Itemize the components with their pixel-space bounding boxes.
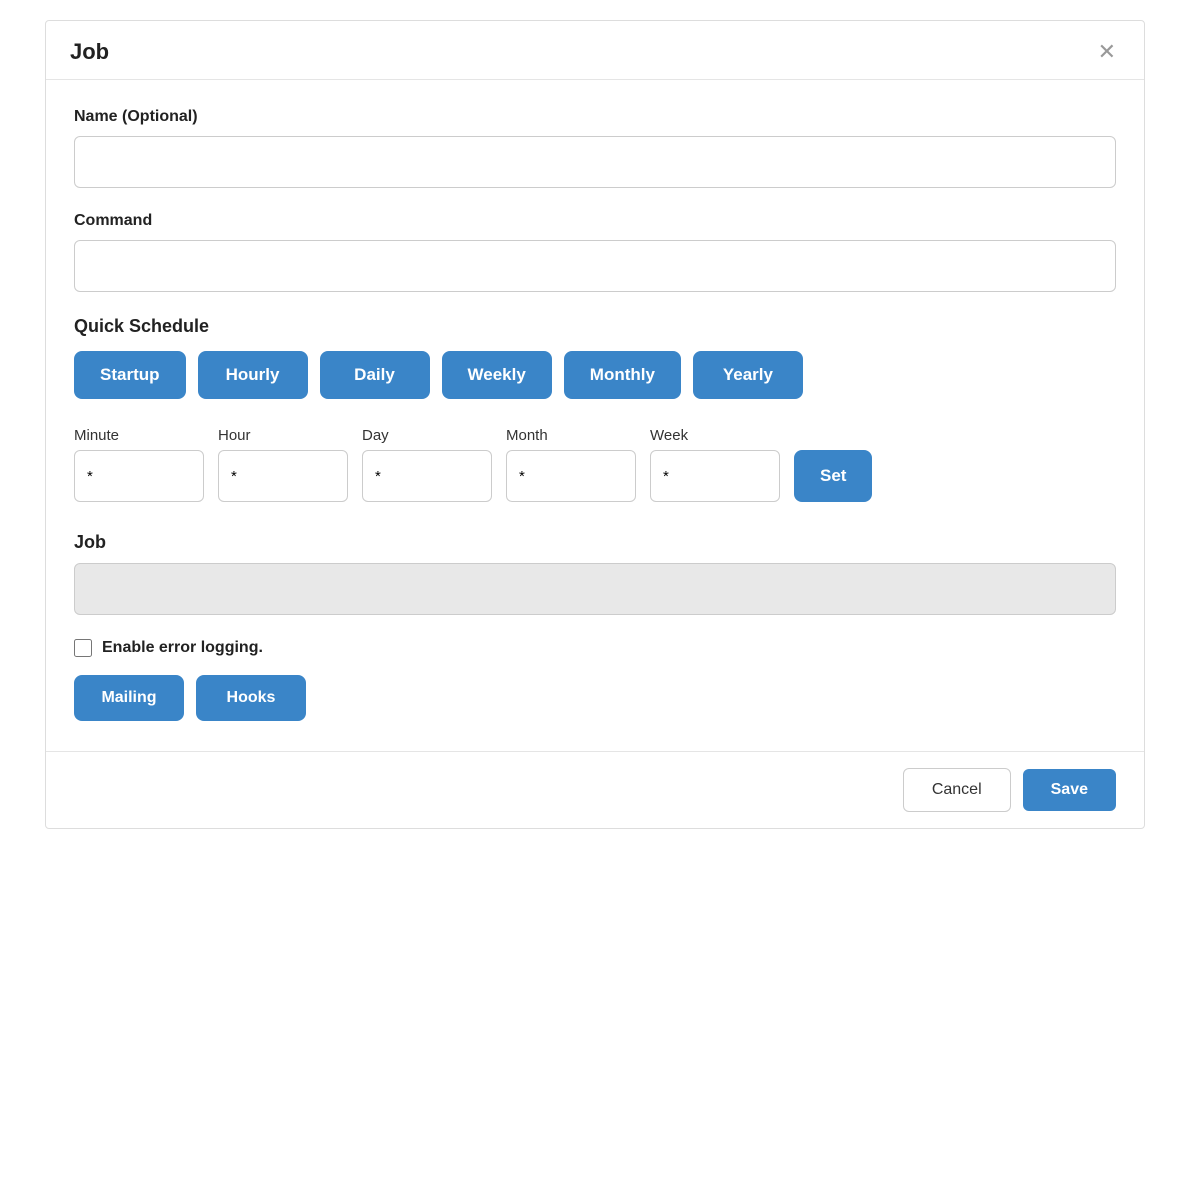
action-buttons-row: Mailing Hooks (74, 675, 1116, 721)
mailing-button[interactable]: Mailing (74, 675, 184, 721)
cron-set-button[interactable]: Set (794, 450, 872, 502)
dialog-header: Job ✕ (46, 21, 1144, 80)
cron-month-label: Month (506, 427, 636, 444)
cron-month-field: Month (506, 427, 636, 502)
schedule-monthly-button[interactable]: Monthly (564, 351, 681, 399)
cron-day-field: Day (362, 427, 492, 502)
quick-schedule-label: Quick Schedule (74, 316, 1116, 337)
dialog-footer: Cancel Save (46, 751, 1144, 828)
dialog-body: Name (Optional) Command Quick Schedule S… (46, 80, 1144, 751)
cron-week-label: Week (650, 427, 780, 444)
name-field-group: Name (Optional) (74, 108, 1116, 188)
command-input[interactable] (74, 240, 1116, 292)
save-button[interactable]: Save (1023, 769, 1116, 811)
cron-month-input[interactable] (506, 450, 636, 502)
cron-fields-row: Minute Hour Day Month Week Set (74, 427, 1116, 502)
schedule-hourly-button[interactable]: Hourly (198, 351, 308, 399)
error-logging-checkbox[interactable] (74, 639, 92, 657)
cancel-button[interactable]: Cancel (903, 768, 1011, 812)
cron-minute-input[interactable] (74, 450, 204, 502)
error-logging-row: Enable error logging. (74, 639, 1116, 657)
quick-schedule-group: Quick Schedule Startup Hourly Daily Week… (74, 316, 1116, 399)
job-section-group: Job (74, 532, 1116, 615)
hooks-button[interactable]: Hooks (196, 675, 306, 721)
schedule-daily-button[interactable]: Daily (320, 351, 430, 399)
close-button[interactable]: ✕ (1094, 41, 1120, 63)
cron-week-field: Week (650, 427, 780, 502)
cron-week-input[interactable] (650, 450, 780, 502)
error-logging-label: Enable error logging. (102, 639, 263, 657)
job-display (74, 563, 1116, 615)
name-label: Name (Optional) (74, 108, 1116, 126)
quick-schedule-buttons: Startup Hourly Daily Weekly Monthly Year… (74, 351, 1116, 399)
schedule-startup-button[interactable]: Startup (74, 351, 186, 399)
job-section-label: Job (74, 532, 1116, 553)
cron-minute-field: Minute (74, 427, 204, 502)
cron-hour-label: Hour (218, 427, 348, 444)
cron-hour-input[interactable] (218, 450, 348, 502)
cron-hour-field: Hour (218, 427, 348, 502)
schedule-weekly-button[interactable]: Weekly (442, 351, 552, 399)
job-dialog: Job ✕ Name (Optional) Command Quick Sche… (45, 20, 1145, 829)
cron-minute-label: Minute (74, 427, 204, 444)
name-input[interactable] (74, 136, 1116, 188)
cron-day-input[interactable] (362, 450, 492, 502)
command-label: Command (74, 212, 1116, 230)
schedule-yearly-button[interactable]: Yearly (693, 351, 803, 399)
dialog-title: Job (70, 39, 109, 65)
cron-day-label: Day (362, 427, 492, 444)
command-field-group: Command (74, 212, 1116, 292)
